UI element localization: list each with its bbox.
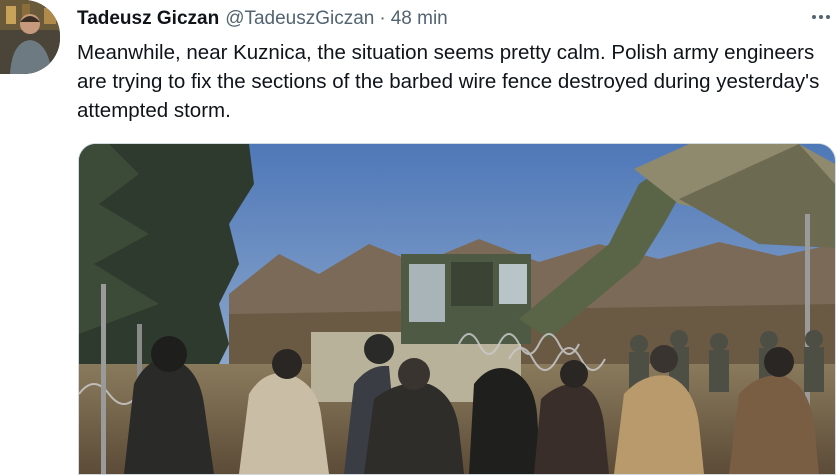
more-horizontal-icon[interactable] [806, 4, 836, 30]
author-name[interactable]: Tadeusz Giczan [77, 8, 219, 30]
header-separator: · [379, 8, 386, 29]
tweet-header: Tadeusz Giczan @TadeuszGiczan · 48 min [77, 6, 448, 32]
tweet-text: Meanwhile, near Kuznica, the situation s… [77, 41, 820, 122]
tweet-media-video[interactable] [78, 143, 836, 475]
tweet-timestamp[interactable]: 48 min [391, 8, 448, 30]
avatar[interactable] [0, 0, 60, 74]
tweet-card[interactable]: Tadeusz Giczan @TadeuszGiczan · 48 min M… [0, 0, 840, 475]
author-handle[interactable]: @TadeuszGiczan [225, 8, 374, 30]
media-image [79, 144, 835, 474]
